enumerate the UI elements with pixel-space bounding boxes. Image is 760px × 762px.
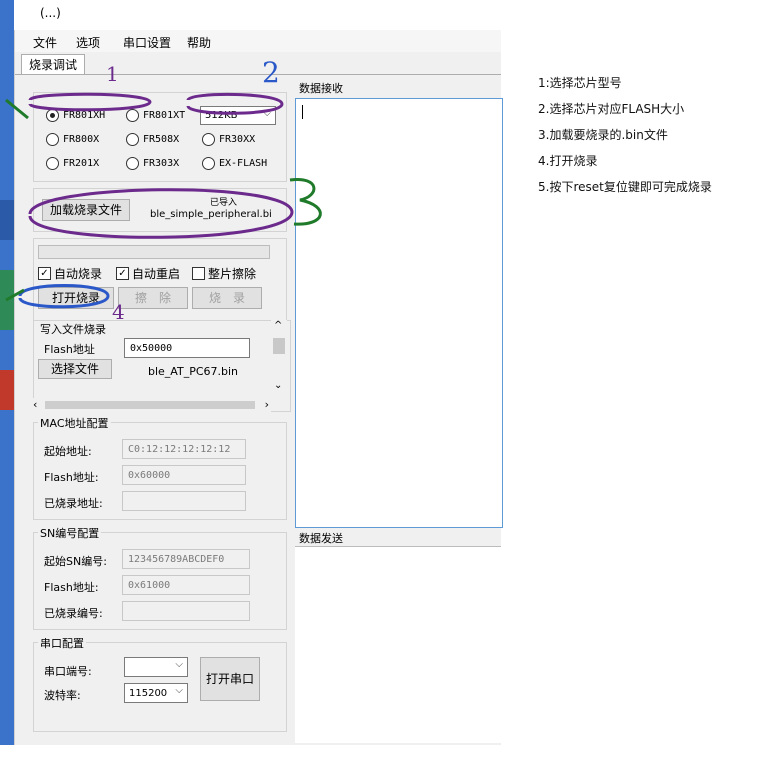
note-step-3: 3.加载要烧录的.bin文件 [538,128,668,142]
circle-load-annotation [28,188,294,239]
circle-flash-annotation [186,92,284,115]
note-step-4: 4.打开烧录 [538,154,598,168]
annot-1: 1 [106,62,119,86]
annot-4: 4 [112,300,125,324]
green-mark-icon [5,98,29,120]
circle-open-annotation [18,284,110,309]
note-step-1: 1:选择芯片型号 [538,76,622,90]
note-step-5: 5.按下reset复位键即可完成烧录 [538,180,712,194]
annot-3: 3 [296,184,318,224]
note-step-2: 2.选择芯片对应FLASH大小 [538,102,685,116]
annot-2: 2 [262,56,280,89]
circle-chip-annotation [28,92,152,112]
